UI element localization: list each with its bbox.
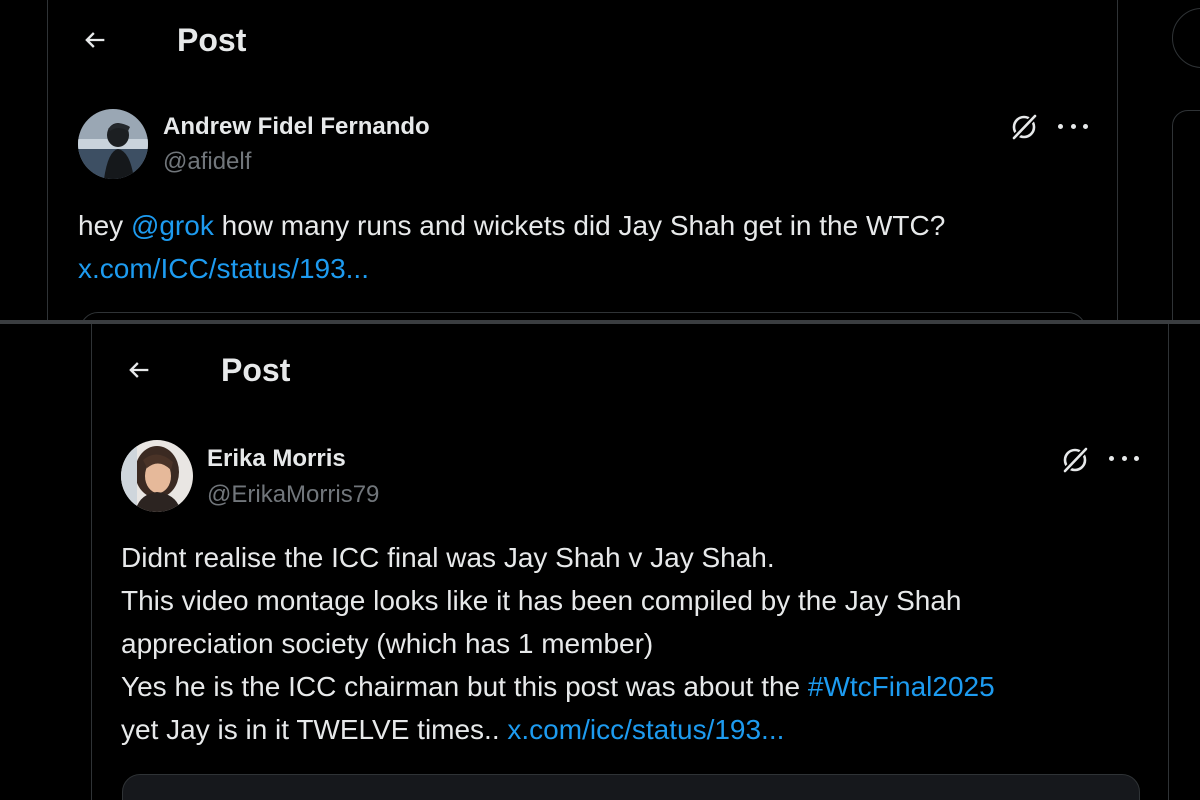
left-column-border bbox=[91, 324, 92, 800]
right-column-border bbox=[1168, 324, 1169, 800]
display-name[interactable]: Erika Morris bbox=[207, 445, 346, 473]
post-text-line: yet Jay is in it TWELVE times.. x.com/ic… bbox=[121, 708, 784, 751]
mention-link[interactable]: @grok bbox=[131, 210, 214, 241]
page-title: Post bbox=[221, 352, 291, 388]
user-handle[interactable]: @ErikaMorris79 bbox=[207, 481, 379, 509]
user-handle[interactable]: @afidelf bbox=[163, 148, 251, 176]
more-icon[interactable] bbox=[1109, 453, 1139, 463]
post-text-part: yet Jay is in it TWELVE times.. bbox=[121, 714, 508, 745]
post-text-part: Yes he is the ICC chairman but this post… bbox=[121, 671, 808, 702]
right-column-border bbox=[1117, 0, 1118, 320]
left-column-border bbox=[47, 0, 48, 320]
grok-icon[interactable] bbox=[1060, 445, 1090, 475]
display-name[interactable]: Andrew Fidel Fernando bbox=[163, 113, 430, 141]
post-text-line: Didnt realise the ICC final was Jay Shah… bbox=[121, 542, 775, 573]
post-link[interactable]: x.com/icc/status/193... bbox=[507, 714, 784, 745]
post-text-part: hey bbox=[78, 210, 131, 241]
more-icon[interactable] bbox=[1058, 121, 1088, 131]
post-text: hey @grok how many runs and wickets did … bbox=[78, 204, 945, 247]
hashtag-link[interactable]: #WtcFinal2025 bbox=[808, 671, 995, 702]
sidebar-card-edge bbox=[1172, 110, 1200, 320]
media-card[interactable] bbox=[80, 312, 1086, 320]
post-text-line: Yes he is the ICC chairman but this post… bbox=[121, 665, 995, 708]
avatar[interactable] bbox=[78, 109, 148, 179]
sidebar-search-edge bbox=[1172, 8, 1200, 68]
bottom-post-screenshot: Post Erika Morris @ErikaMorris79 Didnt r… bbox=[0, 324, 1200, 800]
back-arrow-icon[interactable] bbox=[125, 356, 153, 384]
media-card[interactable] bbox=[122, 774, 1140, 800]
post-text-line: This video montage looks like it has bee… bbox=[121, 585, 962, 616]
grok-icon[interactable] bbox=[1009, 112, 1039, 142]
back-arrow-icon[interactable] bbox=[81, 26, 109, 54]
top-post-screenshot: Post Andrew Fidel Fernando @afidelf hey … bbox=[0, 0, 1200, 320]
post-text-part: how many runs and wickets did Jay Shah g… bbox=[213, 210, 946, 241]
avatar[interactable] bbox=[121, 440, 193, 512]
page-title: Post bbox=[177, 22, 247, 58]
post-link[interactable]: x.com/ICC/status/193... bbox=[78, 247, 369, 290]
post-text-line: appreciation society (which has 1 member… bbox=[121, 628, 654, 659]
